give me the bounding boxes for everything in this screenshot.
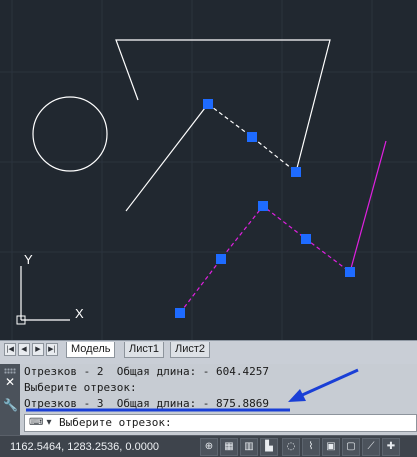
layout-tab-bar: |◀ ◀ ▶ ▶| Модель Лист1 Лист2 [0, 340, 417, 358]
qp-icon[interactable]: ✚ [382, 438, 400, 456]
grip-point[interactable] [203, 99, 213, 109]
history-line: Выберите отрезок: [24, 381, 137, 394]
white-circle[interactable] [32, 96, 108, 172]
ortho-icon[interactable]: ▥ [240, 438, 258, 456]
chevron-down-icon[interactable]: ▾ [43, 416, 55, 430]
grip-handle-icon[interactable] [4, 368, 16, 374]
ducs-icon[interactable]: ▣ [322, 438, 340, 456]
status-bar: 1162.5464, 1283.2536, 0.0000 ⊕ ▦ ▥ ▙ ◌ ⌇… [0, 435, 417, 457]
command-prompt[interactable]: Выберите отрезок: [59, 415, 172, 431]
command-window: ✕ 🔧 Отрезков - 2 Общая длина: - 604.4257… [0, 364, 417, 435]
otrack-icon[interactable]: ⌇ [302, 438, 320, 456]
ucs-icon: Y X [16, 252, 84, 325]
grip-point[interactable] [291, 167, 301, 177]
grip-point[interactable] [258, 201, 268, 211]
history-line: Отрезков - 2 Общая длина: - 604.4257 [24, 365, 270, 378]
selected-line-magenta[interactable] [179, 205, 351, 314]
snap-icon[interactable]: ⊕ [200, 438, 218, 456]
tab-layout2[interactable]: Лист2 [170, 342, 211, 358]
tab-model[interactable]: Модель [66, 342, 116, 358]
grip-point[interactable] [216, 254, 226, 264]
wrench-icon[interactable]: 🔧 [3, 398, 18, 412]
ucs-y-label: Y [24, 252, 33, 267]
ucs-x-label: X [75, 306, 84, 321]
history-line: Отрезков - 3 Общая длина: - 875.8869 [24, 397, 270, 410]
lwt-icon[interactable]: ⟋ [362, 438, 380, 456]
grip-point[interactable] [175, 308, 185, 318]
tab-layout1[interactable]: Лист1 [124, 342, 165, 358]
command-icon[interactable]: ⌨ [29, 416, 43, 430]
white-polyline-top[interactable] [115, 39, 331, 173]
command-input[interactable]: ⌨ ▾ Выберите отрезок: [24, 414, 417, 432]
white-line-diagonal[interactable] [125, 103, 209, 212]
first-icon[interactable]: |◀ [4, 343, 16, 356]
last-icon[interactable]: ▶| [46, 343, 58, 356]
grip-point[interactable] [301, 234, 311, 244]
dyn-icon[interactable]: ▢ [342, 438, 360, 456]
drawing-canvas[interactable]: Y X [0, 0, 417, 340]
next-icon[interactable]: ▶ [32, 343, 44, 356]
drawing-area[interactable]: Y X [0, 0, 417, 340]
command-window-grip[interactable]: ✕ 🔧 [0, 364, 20, 435]
grip-point[interactable] [247, 132, 257, 142]
grip-group[interactable] [175, 99, 355, 318]
osnap-icon[interactable]: ◌ [282, 438, 300, 456]
grid-icon[interactable]: ▦ [220, 438, 238, 456]
polar-icon[interactable]: ▙ [260, 438, 278, 456]
close-icon[interactable]: ✕ [3, 375, 17, 389]
prev-icon[interactable]: ◀ [18, 343, 30, 356]
coordinates-readout[interactable]: 1162.5464, 1283.2536, 0.0000 [10, 439, 159, 455]
grip-point[interactable] [345, 267, 355, 277]
command-history: Отрезков - 2 Общая длина: - 604.4257 Выб… [24, 364, 414, 412]
